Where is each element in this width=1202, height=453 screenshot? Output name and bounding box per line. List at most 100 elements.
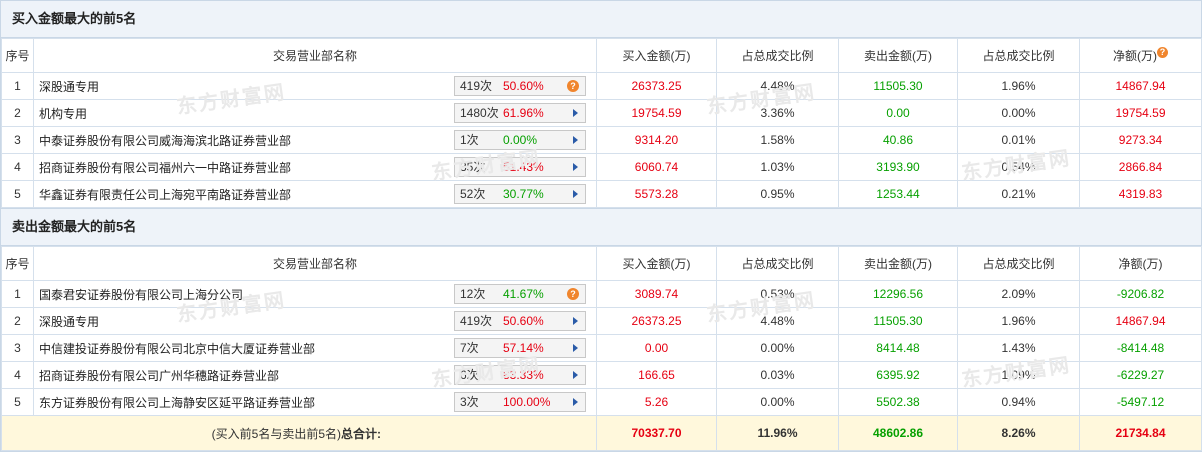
buy-ratio: 1.03%	[716, 153, 839, 181]
sell-ratio: 1.96%	[957, 307, 1080, 335]
arrow-right-icon[interactable]	[573, 344, 578, 352]
header-sell-amount: 卖出金额(万)	[838, 246, 958, 281]
header-branch-name: 交易营业部名称	[33, 38, 597, 73]
help-icon[interactable]: ?	[567, 80, 579, 92]
arrow-right-icon[interactable]	[573, 109, 578, 117]
table-row: 1 深股通专用 419次 50.60%? 26373.25 4.48% 11505.30 1.…	[1, 72, 1202, 100]
history-count-button[interactable]: 1次 0.00%	[454, 130, 586, 150]
arrow-right-icon[interactable]	[573, 398, 578, 406]
buy-section-title: 买入金额最大的前5名	[1, 1, 1201, 38]
branch-name[interactable]: 华鑫证券有限责任公司上海宛平南路证券营业部	[39, 186, 291, 203]
sell-amount: 12296.56	[838, 280, 958, 308]
arrow-right-icon[interactable]	[573, 136, 578, 144]
win-rate: 100.00%	[503, 395, 551, 409]
sell-amount: 8414.48	[838, 334, 958, 362]
header-buy-amount: 买入金额(万)	[596, 38, 717, 73]
buy-amount: 5.26	[596, 388, 717, 416]
buy-amount: 26373.25	[596, 72, 717, 100]
buy-amount: 19754.59	[596, 99, 717, 127]
header-sell-ratio: 占总成交比例	[957, 38, 1080, 73]
arrow-right-icon[interactable]	[573, 371, 578, 379]
history-count-button[interactable]: 6次 83.33%	[454, 365, 586, 385]
arrow-right-icon[interactable]	[573, 163, 578, 171]
table-row: 1 国泰君安证券股份有限公司上海分公司 12次 41.67%? 3089.74 0.53%…	[1, 280, 1202, 308]
total-buy-ratio: 11.96%	[716, 415, 839, 451]
times-count: 1480次	[460, 106, 499, 120]
lhb-tables: 买入金额最大的前5名 序号 交易营业部名称 买入金额(万) 占总成交比例 卖出金…	[0, 0, 1202, 452]
arrow-right-icon[interactable]	[573, 317, 578, 325]
sell-amount: 0.00	[838, 99, 958, 127]
branch-name[interactable]: 招商证券股份有限公司广州华穗路证券营业部	[39, 367, 279, 384]
win-rate: 0.00%	[503, 133, 538, 147]
table-row: 5 东方证券股份有限公司上海静安区延平路证券营业部 3次 100.00% 5.26 0.0…	[1, 388, 1202, 416]
branch-name[interactable]: 中信建投证券股份有限公司北京中信大厦证券营业部	[39, 340, 315, 357]
history-count-button[interactable]: 12次 41.67%?	[454, 284, 586, 304]
sell-ratio: 2.09%	[957, 280, 1080, 308]
total-label-prefix: (买入前5名与卖出前5名)	[211, 426, 341, 441]
buy-amount: 5573.28	[596, 180, 717, 208]
buy-ratio: 1.58%	[716, 126, 839, 154]
arrow-right-icon[interactable]	[573, 190, 578, 198]
branch-name[interactable]: 中泰证券股份有限公司威海海滨北路证券营业部	[39, 132, 291, 149]
buy-ratio: 0.03%	[716, 361, 839, 389]
net-amount: 9273.34	[1079, 126, 1202, 154]
total-buy: 70337.70	[596, 415, 717, 451]
branch-name[interactable]: 招商证券股份有限公司福州六一中路证券营业部	[39, 159, 291, 176]
buy-amount: 26373.25	[596, 307, 717, 335]
buy-ratio: 0.00%	[716, 334, 839, 362]
history-count-button[interactable]: 35次 51.43%	[454, 157, 586, 177]
row-index: 2	[1, 99, 34, 127]
branch-cell: 招商证券股份有限公司广州华穗路证券营业部 6次 83.33%	[33, 361, 597, 389]
history-count-button[interactable]: 1480次 61.96%	[454, 103, 586, 123]
total-label-bold: 总合计:	[341, 426, 381, 441]
row-index: 4	[1, 153, 34, 181]
table-row: 2 机构专用 1480次 61.96% 19754.59 3.36% 0.00 0.00% 19…	[1, 99, 1202, 127]
buy-amount: 166.65	[596, 361, 717, 389]
sell-section-title: 卖出金额最大的前5名	[1, 208, 1201, 246]
branch-name[interactable]: 深股通专用	[39, 313, 99, 330]
help-icon[interactable]: ?	[567, 288, 579, 300]
header-index: 序号	[1, 246, 34, 281]
branch-cell: 深股通专用 419次 50.60%?	[33, 72, 597, 100]
total-sell: 48602.86	[838, 415, 958, 451]
help-icon[interactable]: ?	[1157, 47, 1168, 58]
win-rate: 41.67%	[503, 287, 544, 301]
table-row: 4 招商证券股份有限公司广州华穗路证券营业部 6次 83.33% 166.65 0.03%…	[1, 361, 1202, 389]
buy-table-header: 序号 交易营业部名称 买入金额(万) 占总成交比例 卖出金额(万) 占总成交比例…	[1, 38, 1202, 73]
history-count-button[interactable]: 7次 57.14%	[454, 338, 586, 358]
sell-amount: 6395.92	[838, 361, 958, 389]
branch-cell: 招商证券股份有限公司福州六一中路证券营业部 35次 51.43%	[33, 153, 597, 181]
net-amount: -5497.12	[1079, 388, 1202, 416]
history-count-button[interactable]: 52次 30.77%	[454, 184, 586, 204]
row-index: 5	[1, 388, 34, 416]
buy-table: 序号 交易营业部名称 买入金额(万) 占总成交比例 卖出金额(万) 占总成交比例…	[1, 38, 1202, 208]
branch-name[interactable]: 深股通专用	[39, 78, 99, 95]
win-rate: 30.77%	[503, 187, 544, 201]
branch-cell: 机构专用 1480次 61.96%	[33, 99, 597, 127]
times-count: 419次	[460, 79, 493, 93]
branch-cell: 东方证券股份有限公司上海静安区延平路证券营业部 3次 100.00%	[33, 388, 597, 416]
header-sell-amount: 卖出金额(万)	[838, 38, 958, 73]
branch-name[interactable]: 东方证券股份有限公司上海静安区延平路证券营业部	[39, 394, 315, 411]
sell-ratio: 0.54%	[957, 153, 1080, 181]
row-index: 2	[1, 307, 34, 335]
net-amount: -8414.48	[1079, 334, 1202, 362]
branch-cell: 深股通专用 419次 50.60%	[33, 307, 597, 335]
win-rate: 50.60%	[503, 79, 544, 93]
history-count-button[interactable]: 419次 50.60%	[454, 311, 586, 331]
row-index: 3	[1, 334, 34, 362]
table-row: 3 中信建投证券股份有限公司北京中信大厦证券营业部 7次 57.14% 0.00 0.00…	[1, 334, 1202, 362]
history-count-button[interactable]: 3次 100.00%	[454, 392, 586, 412]
branch-name[interactable]: 机构专用	[39, 105, 87, 122]
row-index: 3	[1, 126, 34, 154]
times-count: 6次	[460, 368, 479, 382]
header-net-amount: 净额(万)	[1079, 246, 1202, 281]
branch-name[interactable]: 国泰君安证券股份有限公司上海分公司	[39, 286, 243, 303]
sell-amount: 11505.30	[838, 307, 958, 335]
header-sell-ratio: 占总成交比例	[957, 246, 1080, 281]
total-sell-ratio: 8.26%	[957, 415, 1080, 451]
sell-amount: 40.86	[838, 126, 958, 154]
sell-ratio: 0.01%	[957, 126, 1080, 154]
sell-ratio: 1.96%	[957, 72, 1080, 100]
history-count-button[interactable]: 419次 50.60%?	[454, 76, 586, 96]
